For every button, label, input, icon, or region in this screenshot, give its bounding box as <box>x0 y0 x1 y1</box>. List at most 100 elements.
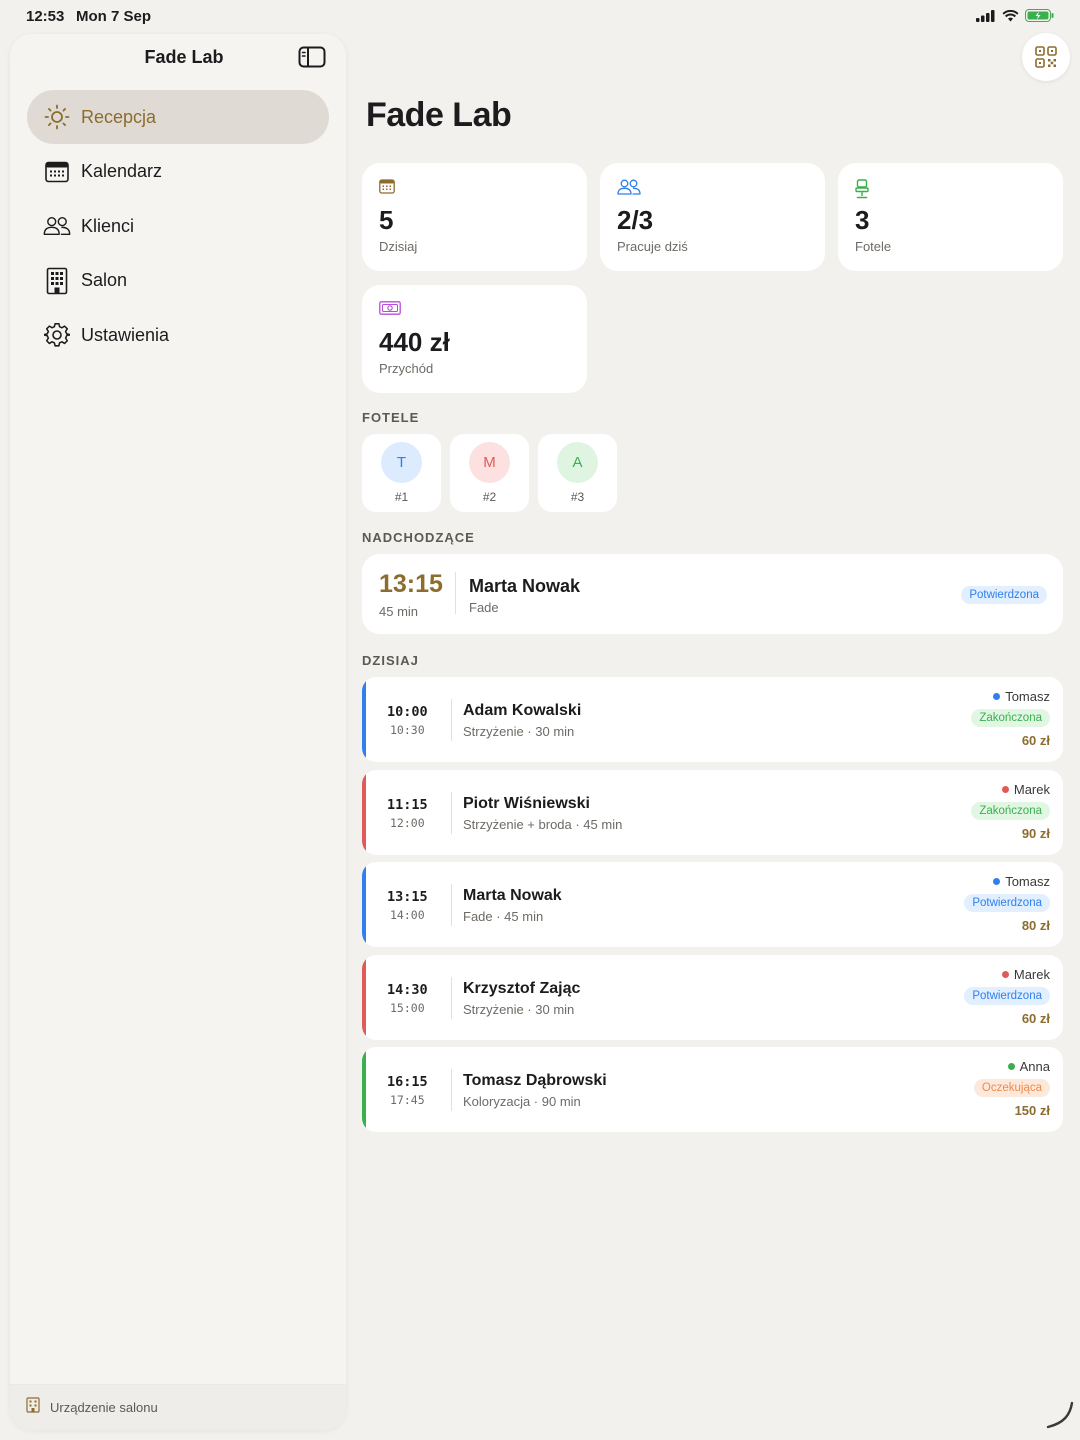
appointment-row[interactable]: 16:15 17:45 Tomasz Dąbrowski Koloryzacja… <box>362 1047 1063 1132</box>
people-icon <box>617 179 808 199</box>
appointment-start-time: 11:15 <box>387 797 428 813</box>
barber-color-bar <box>362 955 366 1040</box>
banknote-icon <box>379 301 570 321</box>
sidebar-item-salon[interactable]: Salon <box>27 254 329 308</box>
gear-icon <box>43 321 71 349</box>
appointment-price: 60 zł <box>1021 733 1050 748</box>
chair-number: #2 <box>482 490 497 504</box>
appointment-row[interactable]: 10:00 10:30 Adam Kowalski Strzyżenie · 3… <box>362 677 1063 762</box>
appointment-barber: Anna <box>1019 1059 1050 1074</box>
appointment-service: Strzyżenie · 30 min <box>463 724 575 739</box>
status-date: Mon 7 Sep <box>76 8 152 25</box>
divider <box>451 792 452 834</box>
status-badge: Zakończona <box>971 709 1050 727</box>
signal-icon <box>976 9 996 27</box>
appointment-barber: Marek <box>1013 782 1050 797</box>
sidebar-item-ustawienia[interactable]: Ustawienia <box>27 308 329 362</box>
sidebar-item-kalendarz[interactable]: Kalendarz <box>27 145 329 199</box>
chair-avatar: M <box>469 442 510 483</box>
barber-dot <box>993 693 1001 700</box>
appointment-client-name: Marta Nowak <box>463 887 562 904</box>
page-title: Fade Lab <box>366 96 512 134</box>
status-badge: Zakończona <box>971 802 1050 820</box>
section-title-chairs: FOTELE <box>362 410 420 425</box>
appointment-row[interactable]: 14:30 15:00 Krzysztof Zając Strzyżenie ·… <box>362 955 1063 1040</box>
chair-card[interactable]: T #1 <box>362 434 441 512</box>
sidebar-toggle-button[interactable] <box>298 46 326 68</box>
stat-label: Przychód <box>379 361 434 376</box>
appointment-price: 80 zł <box>1021 918 1050 933</box>
chair-icon <box>855 179 1046 199</box>
sidebar-item-klienci[interactable]: Klienci <box>27 199 329 253</box>
sidebar-item-label: Recepcja <box>81 106 157 127</box>
barber-color-bar <box>362 677 366 762</box>
sidebar-header: Fade Lab <box>10 34 346 82</box>
home-indicator <box>1044 1399 1074 1434</box>
appointment-price: 90 zł <box>1021 826 1050 841</box>
calendar-icon <box>379 179 570 199</box>
chair-avatar: A <box>557 442 598 483</box>
sidebar-footer: Urządzenie salonu <box>10 1384 346 1430</box>
sidebar-item-label: Salon <box>81 270 128 290</box>
appointment-end-time: 15:00 <box>390 1001 425 1015</box>
sidebar-item-recepcja[interactable]: Recepcja <box>27 90 329 144</box>
chair-card[interactable]: A #3 <box>538 434 617 512</box>
upcoming-duration: 45 min <box>379 604 419 619</box>
stat-label: Fotele <box>855 239 892 254</box>
section-title-upcoming: NADCHODZĄCE <box>362 530 475 545</box>
appointment-price: 150 zł <box>1014 1103 1050 1118</box>
section-title-today: DZISIAJ <box>362 653 419 668</box>
appointment-end-time: 12:00 <box>390 816 425 830</box>
status-icons <box>976 9 1054 27</box>
appointment-row[interactable]: 13:15 14:00 Marta Nowak Fade · 45 min To… <box>362 862 1063 947</box>
appointment-row[interactable]: 11:15 12:00 Piotr Wiśniewski Strzyżenie … <box>362 770 1063 855</box>
chair-avatar: T <box>381 442 422 483</box>
barber-dot <box>1007 1063 1015 1070</box>
divider <box>455 572 456 614</box>
device-label: Urządzenie salonu <box>50 1400 158 1415</box>
appointment-end-time: 17:45 <box>390 1093 425 1107</box>
status-badge: Oczekująca <box>973 1079 1050 1097</box>
upcoming-time: 13:15 <box>379 570 443 598</box>
appointment-service: Koloryzacja · 90 min <box>463 1094 581 1109</box>
chair-card[interactable]: M #2 <box>450 434 529 512</box>
battery-icon <box>1025 9 1054 27</box>
status-time: 12:53 <box>26 8 65 25</box>
stat-value: 5 <box>379 205 394 235</box>
status-badge: Potwierdzona <box>964 894 1050 912</box>
building-icon <box>26 1397 40 1418</box>
appointment-service: Strzyżenie + broda · 45 min <box>463 817 623 832</box>
barber-dot <box>993 878 1001 885</box>
stat-value: 2/3 <box>617 205 654 235</box>
appointment-end-time: 14:00 <box>390 908 425 922</box>
sidebar-nav: Recepcja Kalendarz Klienci Salon Ustawie… <box>27 90 329 363</box>
appointment-client-name: Tomasz Dąbrowski <box>463 1072 607 1089</box>
qr-code-button[interactable] <box>1022 33 1070 81</box>
appointment-barber: Marek <box>1013 967 1050 982</box>
sun-icon <box>43 103 71 131</box>
chair-number: #3 <box>570 490 585 504</box>
divider <box>451 1069 452 1111</box>
stat-card-today[interactable]: 5 Dzisiaj <box>362 163 587 271</box>
stat-card-revenue[interactable]: 440 zł Przychód <box>362 285 587 393</box>
qr-code-icon <box>1035 46 1057 68</box>
appointment-client-name: Krzysztof Zając <box>463 980 581 997</box>
appointment-end-time: 10:30 <box>390 723 425 737</box>
appointment-barber: Tomasz <box>1005 689 1050 704</box>
sidebar-toggle-icon <box>298 46 326 68</box>
upcoming-appointment-card[interactable]: 13:15 45 min Marta Nowak Fade Potwierdzo… <box>362 554 1063 634</box>
sidebar-item-label: Kalendarz <box>81 161 163 181</box>
appointment-client-name: Piotr Wiśniewski <box>463 795 590 812</box>
sidebar: Fade Lab Recepcja Kalendarz Klienci Salo… <box>10 34 346 1430</box>
barber-dot <box>1001 971 1009 978</box>
calendar-icon <box>43 158 71 186</box>
sidebar-item-label: Klienci <box>81 215 135 236</box>
upcoming-service: Fade <box>469 600 499 615</box>
divider <box>451 977 452 1019</box>
barber-dot <box>1001 786 1009 793</box>
stat-card-chairs[interactable]: 3 Fotele <box>838 163 1063 271</box>
stat-card-working[interactable]: 2/3 Pracuje dziś <box>600 163 825 271</box>
building-icon <box>43 267 71 295</box>
appointment-start-time: 14:30 <box>387 982 428 998</box>
status-badge: Potwierdzona <box>961 586 1047 604</box>
